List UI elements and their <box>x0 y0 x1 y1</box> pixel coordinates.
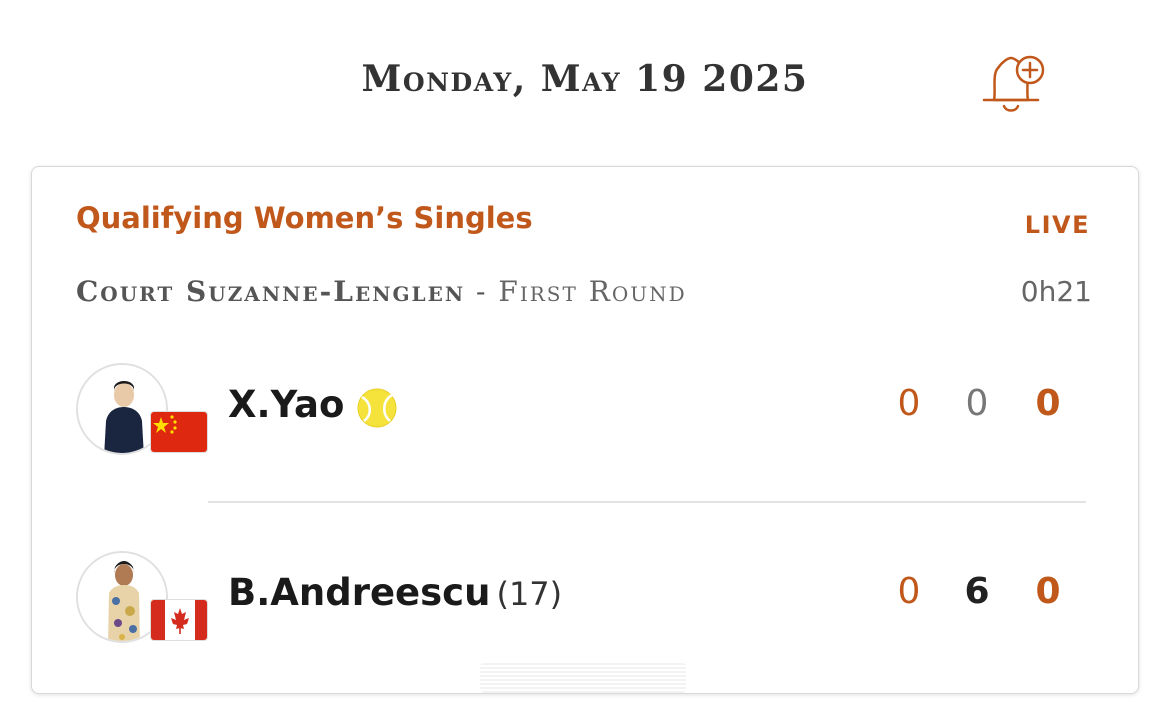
event-title: Qualifying Women’s Singles <box>76 201 533 235</box>
player-row[interactable]: B.Andreescu (17) 0 6 0 <box>32 551 1140 651</box>
player-row[interactable]: X.Yao 0 0 0 <box>32 363 1140 463</box>
court-name: Court Suzanne-Lenglen <box>76 275 466 308</box>
player-name: B.Andreescu (17) <box>228 571 562 614</box>
tennis-ball-icon <box>357 388 397 428</box>
round-name: First Round <box>498 275 687 308</box>
set-score-2: 6 <box>964 571 990 612</box>
set-score-3: 0 <box>1035 571 1061 612</box>
player-divider <box>208 501 1086 503</box>
player-name-text: X.Yao <box>228 383 345 426</box>
player-name: X.Yao <box>228 383 344 426</box>
court-info: Court Suzanne-Lenglen - First Round <box>76 275 687 308</box>
match-duration: 0h21 <box>1020 275 1092 308</box>
player-name-text: B.Andreescu <box>228 571 491 614</box>
header: Monday, May 19 2025 <box>0 0 1170 160</box>
set-score-1: 0 <box>897 571 921 612</box>
court-separator: - <box>465 275 499 308</box>
canada-flag-icon <box>150 599 208 641</box>
set-score-3: 0 <box>1035 383 1061 424</box>
live-badge: LIVE <box>1024 211 1090 239</box>
match-card[interactable]: Qualifying Women’s Singles LIVE Court Su… <box>31 166 1139 694</box>
scroll-indicator <box>480 663 686 693</box>
china-flag-icon <box>150 411 208 453</box>
set-score-2: 0 <box>965 383 989 424</box>
set-score-1: 0 <box>897 383 921 424</box>
bell-plus-icon[interactable] <box>974 42 1048 118</box>
player-seed: (17) <box>496 575 563 613</box>
